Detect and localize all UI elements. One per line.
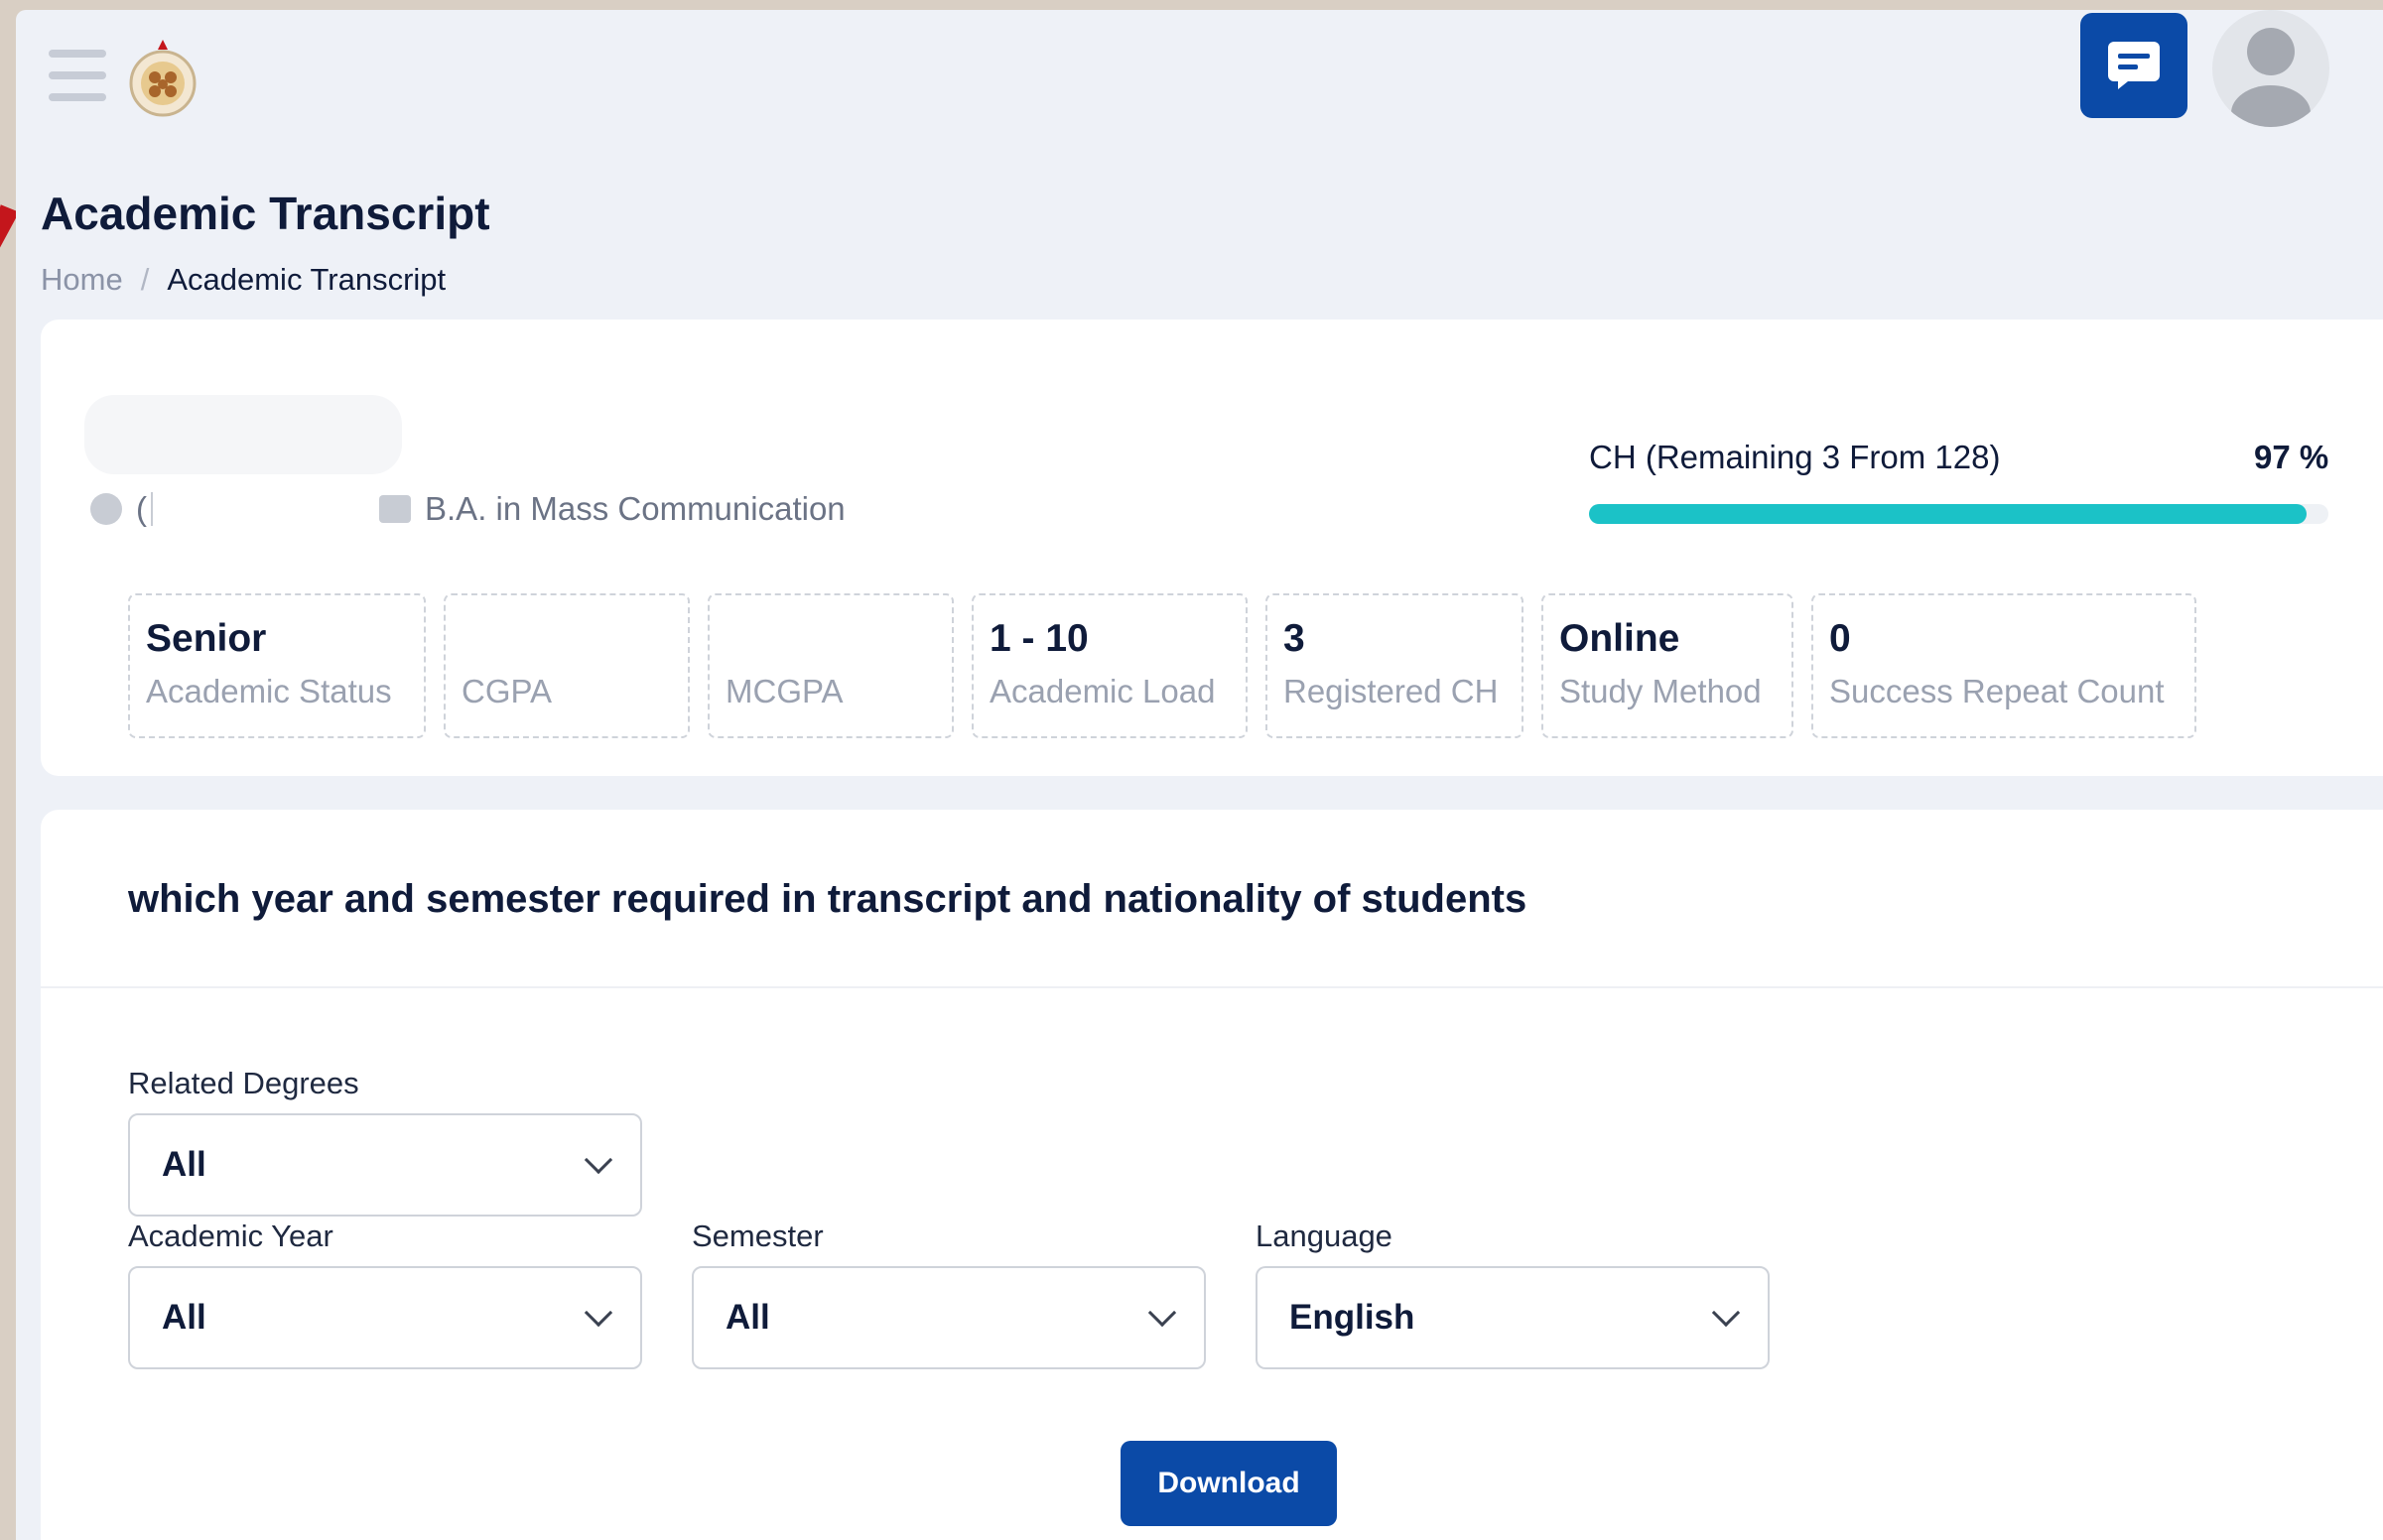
user-avatar[interactable] — [2212, 10, 2329, 127]
stat-mcgpa: MCGPA — [708, 593, 954, 738]
stat-registered-ch: 3 Registered CH — [1265, 593, 1523, 738]
credit-hours-label: CH (Remaining 3 From 128) — [1589, 439, 2001, 475]
stat-study-method: Online Study Method — [1541, 593, 1793, 738]
chevron-down-icon — [584, 1298, 613, 1328]
stat-label: Registered CH — [1283, 673, 1499, 709]
messages-button[interactable] — [2080, 13, 2187, 118]
app-frame: Academic Transcript Home / Academic Tran… — [16, 10, 2383, 1540]
stat-academic-status: Senior Academic Status — [128, 593, 426, 738]
credit-hours-percent: 97 % — [2254, 439, 2329, 475]
language-select[interactable]: English — [1256, 1266, 1770, 1369]
user-avatar-icon — [2231, 28, 2311, 127]
breadcrumb: Home / Academic Transcript — [41, 262, 446, 298]
person-icon — [90, 493, 122, 525]
top-bar — [16, 10, 2383, 149]
breadcrumb-home-link[interactable]: Home — [41, 262, 123, 298]
progress-fill — [1589, 504, 2307, 524]
stat-label: Success Repeat Count — [1829, 673, 2165, 709]
stat-label: Academic Status — [146, 673, 392, 709]
download-button[interactable]: Download — [1121, 1441, 1337, 1526]
chevron-down-icon — [1711, 1298, 1741, 1328]
briefcase-icon — [379, 495, 411, 523]
chevron-down-icon — [1147, 1298, 1177, 1328]
related-degrees-label: Related Degrees — [128, 1066, 359, 1100]
stat-value: 3 — [1283, 617, 1305, 660]
stat-value: Senior — [146, 617, 267, 660]
transcript-form-card: which year and semester required in tran… — [41, 810, 2383, 1540]
stat-academic-load: 1 - 10 Academic Load — [972, 593, 1248, 738]
stat-value: 1 - 10 — [990, 617, 1089, 660]
language-value: English — [1289, 1298, 1415, 1337]
semester-select[interactable]: All — [692, 1266, 1206, 1369]
academic-year-select[interactable]: All — [128, 1266, 642, 1369]
stat-value — [726, 617, 936, 661]
stat-value: Online — [1559, 617, 1680, 660]
stat-label: Study Method — [1559, 673, 1762, 709]
academic-year-value: All — [162, 1298, 206, 1337]
stat-label: Academic Load — [990, 673, 1216, 709]
semester-value: All — [726, 1298, 770, 1337]
stat-cgpa: CGPA — [444, 593, 690, 738]
stats-row: Senior Academic Status CGPA MCGPA 1 - 10… — [128, 593, 2196, 738]
language-label: Language — [1256, 1219, 1392, 1253]
redacted-area — [84, 395, 402, 474]
stat-value: 0 — [1829, 617, 1851, 660]
menu-icon[interactable] — [49, 50, 106, 103]
student-degree: B.A. in Mass Communication — [425, 490, 846, 527]
stat-success-repeat-count: 0 Success Repeat Count — [1811, 593, 2196, 738]
university-logo — [129, 40, 197, 117]
message-icon — [2108, 42, 2160, 89]
stat-label: CGPA — [462, 673, 553, 709]
page-title: Academic Transcript — [41, 188, 490, 239]
redacted-name — [151, 492, 359, 526]
stat-value — [462, 617, 672, 661]
related-degrees-select[interactable]: All — [128, 1113, 642, 1217]
chevron-down-icon — [584, 1145, 613, 1175]
breadcrumb-current: Academic Transcript — [167, 262, 447, 297]
credit-hours-progress-bar — [1589, 504, 2328, 524]
related-degrees-value: All — [162, 1145, 206, 1184]
academic-year-label: Academic Year — [128, 1219, 333, 1253]
form-question-heading: which year and semester required in tran… — [128, 877, 1527, 921]
semester-label: Semester — [692, 1219, 824, 1253]
student-summary-card: ( B.A. in Mass Communication CH (Remaini… — [41, 320, 2383, 776]
student-info-row: ( B.A. in Mass Communication — [90, 490, 846, 528]
breadcrumb-separator: / — [140, 262, 150, 297]
stat-label: MCGPA — [726, 673, 844, 709]
divider — [41, 986, 2383, 988]
student-name: ( — [136, 490, 147, 527]
